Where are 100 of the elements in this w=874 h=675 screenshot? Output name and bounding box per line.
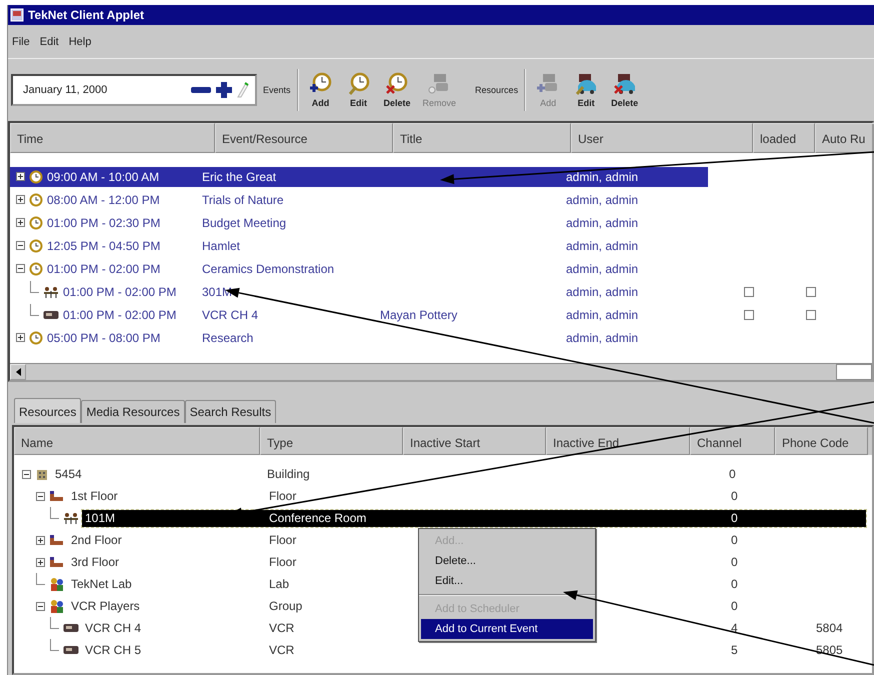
column-header[interactable]: Auto Ru [815, 123, 874, 153]
tab[interactable]: Resources [14, 398, 82, 423]
minus-icon[interactable] [191, 86, 211, 94]
column-header[interactable]: Name [14, 427, 260, 455]
column-header[interactable]: Type [260, 427, 403, 455]
event-name-cell-text: Budget Meeting [201, 216, 288, 230]
expand-toggle[interactable] [36, 602, 45, 610]
expand-toggle[interactable] [16, 218, 25, 227]
expand-toggle[interactable] [36, 536, 45, 544]
resource-name[interactable]: 3rd Floor [71, 555, 120, 569]
building-icon [35, 467, 49, 481]
event-row[interactable]: 08:00 AM - 12:00 PM Trials of Nature admin, admin [10, 190, 708, 210]
resource-delete-button[interactable]: Delete [608, 72, 642, 108]
user-cell-text: admin, admin [565, 284, 640, 298]
event-delete-button[interactable]: Delete [380, 72, 414, 108]
type-cell: VCR [269, 643, 294, 657]
clock-icon [29, 170, 43, 184]
channel-cell-text: 0 [730, 533, 739, 547]
column-header[interactable]: User [571, 123, 753, 153]
horizontal-scrollbar[interactable] [10, 363, 872, 380]
people-group-icon [49, 577, 65, 591]
event-name-cell-text: Research [201, 330, 254, 344]
event-row[interactable]: 05:00 PM - 08:00 PM Research admin, admin [10, 328, 708, 348]
people-group-icon [49, 599, 65, 613]
delete-tool-icon [612, 72, 638, 96]
event-name-cell-text: Eric the Great [201, 170, 278, 184]
resources-label: Resources [475, 85, 518, 95]
event-edit-button[interactable]: Edit [342, 72, 375, 108]
clock-icon [29, 216, 43, 230]
user-cell-text: admin, admin [565, 262, 640, 276]
expand-toggle[interactable] [36, 558, 45, 566]
people-icon [43, 286, 59, 298]
column-header[interactable]: loaded [753, 123, 815, 153]
resource-name[interactable]: VCR CH 4 [85, 621, 142, 635]
menu-item[interactable]: Delete... [419, 551, 595, 571]
event-row[interactable]: 12:05 PM - 04:50 PM Hamlet admin, admin [10, 236, 708, 256]
resource-name[interactable]: VCR Players [71, 599, 140, 613]
expand-toggle[interactable] [16, 333, 25, 342]
expand-toggle[interactable] [16, 172, 25, 181]
title-cell: Mayan Pottery [380, 308, 458, 322]
resource-name[interactable]: 2nd Floor [71, 533, 122, 547]
channel-cell-text: 0 [730, 511, 739, 525]
column-header[interactable]: Channel [690, 427, 775, 455]
date-field[interactable]: January 11, 2000 [11, 74, 257, 106]
type-cell: Floor [269, 489, 296, 503]
time-cell: 01:00 PM - 02:00 PM [47, 262, 160, 276]
menu-item[interactable]: Help [68, 36, 92, 48]
user-cell-text: admin, admin [565, 192, 640, 206]
resource-name[interactable]: VCR CH 5 [85, 643, 142, 657]
user-cell-text: admin, admin [565, 216, 640, 230]
event-add-button[interactable]: Add [304, 72, 337, 108]
time-cell: 01:00 PM - 02:00 PM [63, 308, 176, 322]
event-row[interactable]: 01:00 PM - 02:30 PM Budget Meeting admin, admin [10, 212, 708, 232]
event-row[interactable]: 09:00 AM - 10:00 AM Eric the Great admin, admin [10, 166, 708, 186]
resource-row[interactable]: 101M Conference Room 0 [82, 510, 866, 526]
type-cell: Lab [269, 577, 290, 591]
channel-cell-text: 0 [730, 489, 739, 503]
type-cell: Conference Room [269, 511, 366, 525]
expand-toggle[interactable] [22, 470, 31, 478]
floor-icon [49, 490, 65, 502]
scroll-left-icon[interactable] [16, 368, 20, 376]
resource-edit-button[interactable]: Edit [570, 72, 602, 108]
menu-item[interactable]: File [12, 36, 30, 48]
event-name-cell-text: Hamlet [201, 238, 242, 252]
event-name-cell-text: Ceramics Demonstration [201, 262, 336, 276]
column-header[interactable]: Event/Resource [215, 123, 393, 153]
time-cell: 05:00 PM - 08:00 PM [47, 330, 160, 344]
event-row[interactable]: 01:00 PM - 02:00 PM VCR CH 4 Mayan Pottery admin, admin [10, 304, 708, 324]
pen-icon[interactable] [237, 82, 249, 98]
expand-toggle[interactable] [16, 241, 25, 250]
menu-item[interactable]: Add to Current Event [421, 619, 593, 639]
user-cell-text: admin, admin [565, 308, 640, 322]
resource-name[interactable]: 1st Floor [71, 489, 118, 503]
expand-toggle[interactable] [36, 492, 45, 500]
loaded-checkbox[interactable] [744, 286, 754, 296]
expand-toggle[interactable] [16, 264, 25, 273]
column-header[interactable]: Inactive Start [403, 427, 546, 455]
phone-code-cell: 5805 [816, 643, 843, 657]
tape-deck-icon [43, 310, 59, 320]
plus-icon[interactable] [215, 81, 233, 99]
loaded-checkbox[interactable] [744, 310, 754, 320]
type-cell: Floor [269, 533, 296, 547]
event-row[interactable]: 01:00 PM - 02:00 PM Ceramics Demonstration admin, admin [10, 258, 708, 278]
resource-name[interactable]: 101M [85, 511, 116, 525]
auto-run-checkbox[interactable] [806, 310, 816, 320]
auto-run-checkbox[interactable] [806, 286, 816, 296]
user-cell-text: admin, admin [565, 170, 640, 184]
column-header[interactable]: Inactive End [546, 427, 690, 455]
expand-toggle[interactable] [16, 195, 25, 204]
resource-name[interactable]: TekNet Lab [71, 577, 132, 591]
resource-name[interactable]: 5454 [55, 467, 82, 481]
floor-icon [49, 556, 65, 568]
column-header[interactable]: Time [10, 123, 215, 153]
user-cell-text: admin, admin [565, 330, 640, 344]
menu-item[interactable]: Edit [40, 36, 59, 48]
column-header[interactable]: Title [393, 123, 571, 153]
tab[interactable]: Media Resources [81, 400, 185, 423]
tab[interactable]: Search Results [184, 400, 276, 423]
menu-item[interactable]: Edit... [419, 571, 595, 591]
column-header[interactable]: Phone Code [775, 427, 868, 455]
